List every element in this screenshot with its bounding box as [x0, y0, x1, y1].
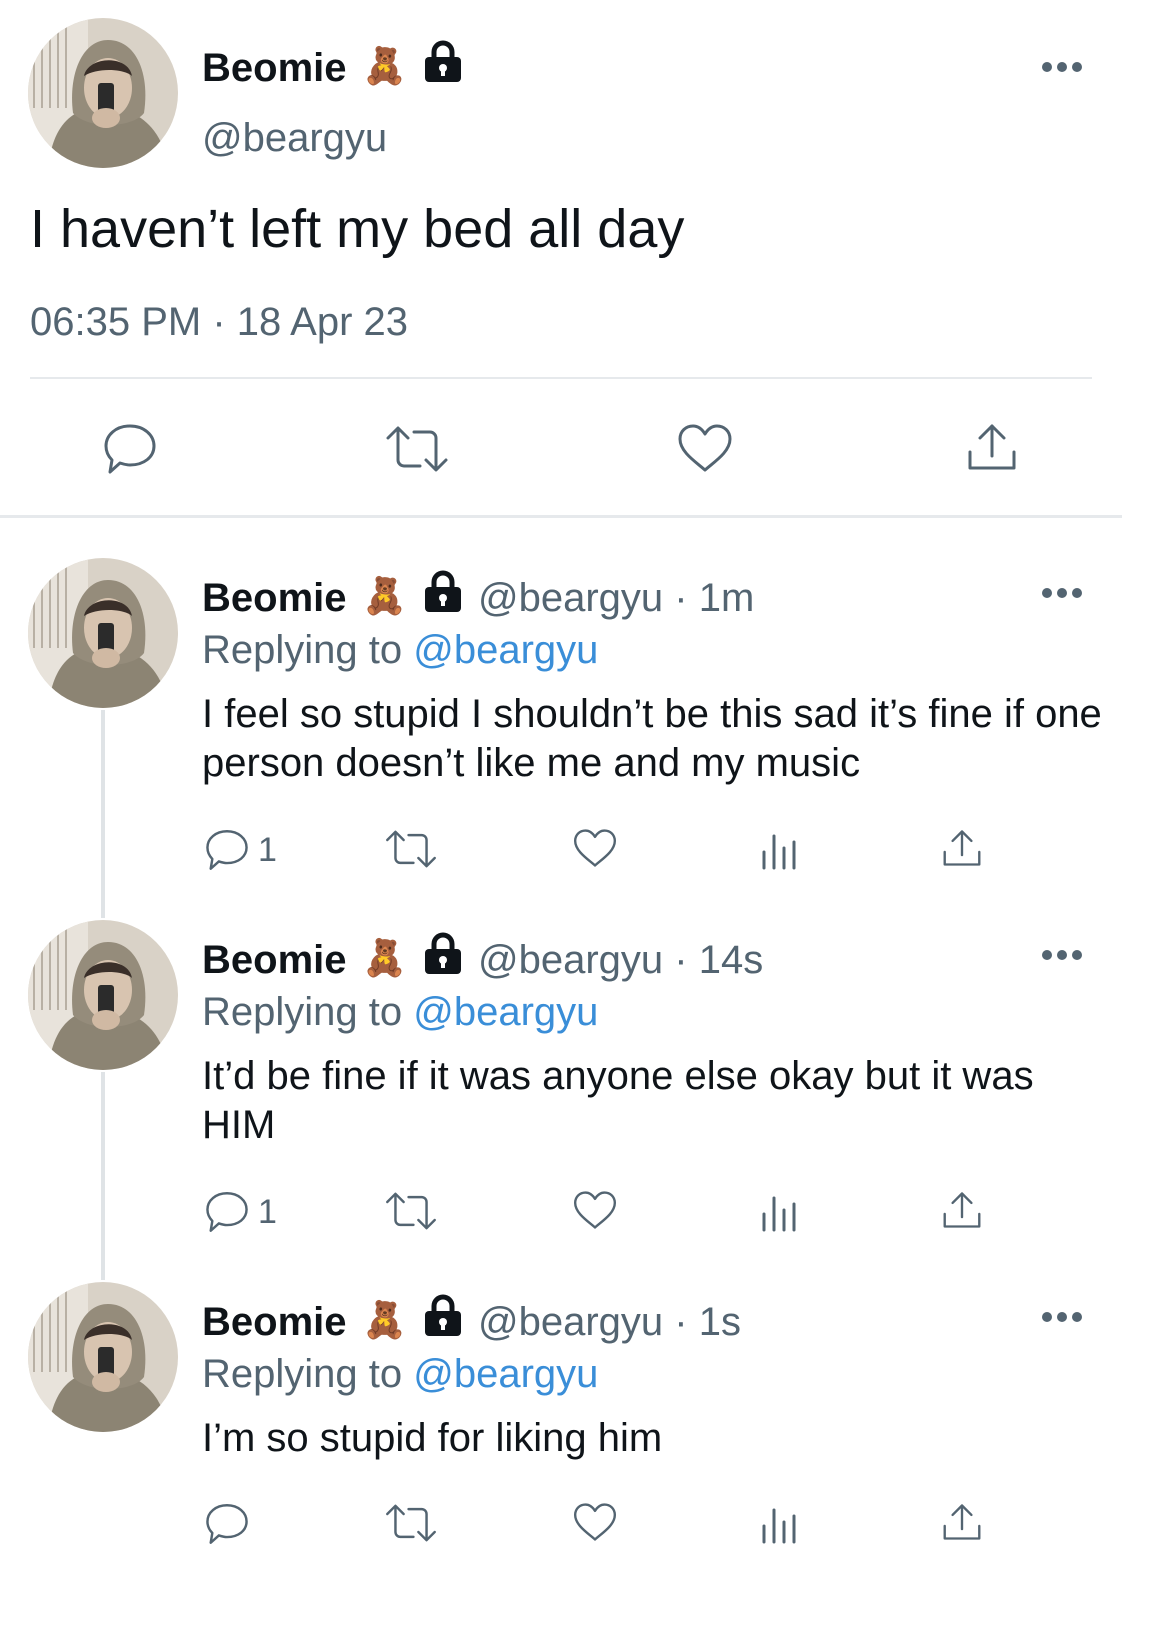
avatar[interactable]	[28, 920, 178, 1070]
replying-to-label: Replying to	[202, 1352, 414, 1396]
like-icon[interactable]	[572, 1188, 618, 1232]
views-icon[interactable]	[758, 1504, 800, 1544]
more-icon[interactable]	[1042, 1312, 1082, 1324]
more-icon[interactable]	[1042, 62, 1082, 74]
reply-icon[interactable]	[102, 422, 158, 476]
handle-and-time[interactable]: @beargyu · 14s	[478, 940, 763, 980]
reply-icon[interactable]	[204, 1190, 250, 1234]
retweet-icon[interactable]	[384, 1502, 438, 1544]
teddy-bear-emoji: 🧸	[362, 45, 407, 86]
more-icon[interactable]	[1042, 950, 1082, 962]
reply-text: I feel so stupid I shouldn’t be this sad…	[202, 692, 1102, 785]
handle-and-time[interactable]: @beargyu · 1m	[478, 578, 754, 618]
display-name[interactable]: Beomie	[202, 578, 347, 618]
thread-line	[101, 710, 105, 918]
share-icon[interactable]	[940, 826, 984, 870]
replying-to: Replying to @beargyu	[202, 630, 598, 670]
replying-to: Replying to @beargyu	[202, 992, 598, 1032]
reply-button[interactable]: 1	[204, 828, 277, 872]
reply-count: 1	[258, 830, 277, 869]
replying-to-link[interactable]: @beargyu	[413, 1352, 598, 1396]
views-icon[interactable]	[758, 1192, 800, 1232]
teddy-bear-emoji: 🧸	[362, 575, 407, 616]
replying-to-label: Replying to	[202, 628, 414, 672]
reply-button[interactable]	[204, 1502, 258, 1546]
reply-text: I’m so stupid for liking him	[202, 1416, 663, 1460]
reply-text: It’d be fine if it was anyone else okay …	[202, 1054, 1034, 1147]
like-icon[interactable]	[676, 422, 734, 474]
handle-and-time[interactable]: @beargyu · 1s	[478, 1302, 741, 1342]
like-icon[interactable]	[572, 1500, 618, 1544]
teddy-bear-emoji: 🧸	[362, 1299, 407, 1340]
retweet-icon[interactable]	[384, 828, 438, 870]
reply-count: 1	[258, 1192, 277, 1231]
teddy-bear-emoji: 🧸	[362, 937, 407, 978]
replying-to: Replying to @beargyu	[202, 1354, 598, 1394]
avatar[interactable]	[28, 18, 178, 168]
replying-to-link[interactable]: @beargyu	[413, 628, 598, 672]
display-name[interactable]: Beomie	[202, 940, 347, 980]
divider	[30, 377, 1092, 379]
lock-icon	[425, 570, 461, 612]
share-icon[interactable]	[964, 420, 1020, 474]
reply-icon[interactable]	[204, 828, 250, 872]
avatar[interactable]	[28, 558, 178, 708]
display-name[interactable]: Beomie	[202, 48, 347, 88]
tweet-timestamp[interactable]: 06:35 PM · 18 Apr 23	[30, 300, 408, 345]
display-name[interactable]: Beomie	[202, 1302, 347, 1342]
lock-icon	[425, 932, 461, 974]
like-icon[interactable]	[572, 826, 618, 870]
reply-icon[interactable]	[204, 1502, 250, 1546]
user-handle[interactable]: @beargyu	[202, 118, 387, 158]
reply-button[interactable]: 1	[204, 1190, 277, 1234]
more-icon[interactable]	[1042, 588, 1082, 600]
views-icon[interactable]	[758, 830, 800, 870]
replying-to-label: Replying to	[202, 990, 414, 1034]
lock-icon	[425, 1294, 461, 1336]
lock-icon	[425, 40, 461, 82]
replying-to-link[interactable]: @beargyu	[413, 990, 598, 1034]
share-icon[interactable]	[940, 1188, 984, 1232]
share-icon[interactable]	[940, 1500, 984, 1544]
tweet-text: I haven’t left my bed all day	[30, 199, 685, 259]
section-divider	[0, 515, 1122, 518]
thread-line	[101, 1072, 105, 1280]
avatar[interactable]	[28, 1282, 178, 1432]
retweet-icon[interactable]	[384, 424, 450, 474]
retweet-icon[interactable]	[384, 1190, 438, 1232]
